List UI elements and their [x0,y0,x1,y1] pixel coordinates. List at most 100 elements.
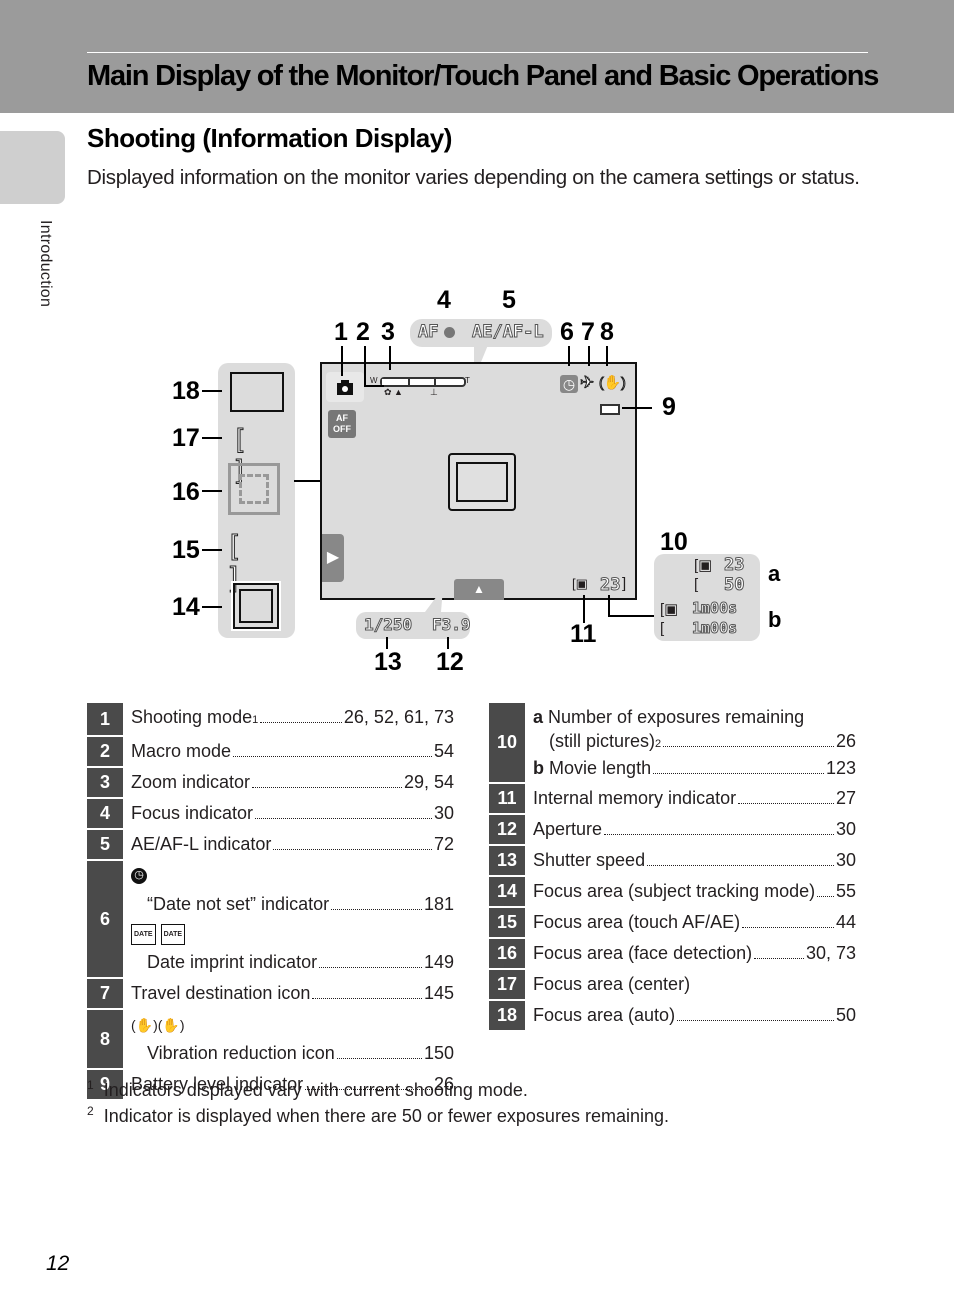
row-label: Focus area (face detection) [533,943,753,963]
leader-15 [202,549,222,551]
leader-14 [202,606,222,608]
row-label: Shooting mode [131,707,253,727]
label-a: a [768,561,781,586]
section-title: Shooting (Information Display) [87,123,452,153]
bracket-b1: [▣ [660,601,679,618]
page-ref: 29, 54 [403,772,454,792]
bracket-a1: [▣ [694,557,713,574]
arrow-right-icon[interactable]: ▶ [322,534,344,582]
row-label: Focus area (subject tracking mode) [533,881,816,901]
leader-16 [202,490,222,492]
bracket-b2: [ [660,620,665,637]
row-number: 5 [87,830,123,859]
leader-11 [583,595,585,623]
page-ref: 123 [825,758,856,778]
callout-10: 10 [660,528,688,556]
legend-table-left: 1 Shooting mode 1 26, 52, 61, 73 2 Macro mod… [87,703,454,1101]
zoom-bar-icon [380,377,466,387]
date-imprint-icon: DATE [131,923,156,945]
row-number: 14 [489,877,525,906]
table-row: 17 Focus area (center) [489,970,856,1001]
row-number: 7 [87,979,123,1008]
leader-13 [386,637,388,649]
touch-af-off-icon[interactable]: AF OFF [328,410,356,438]
row-number: 3 [87,768,123,797]
row-number: 4 [87,799,123,828]
page-ref: 26, 52, 61, 73 [343,707,454,727]
leader-1 [341,346,343,376]
page-ref: 27 [835,788,856,808]
leader-3 [389,346,391,370]
footnote-mark: 1 [87,1078,94,1092]
label-b: b [768,607,782,632]
row-number: 10 [489,703,525,782]
row-label: Internal memory indicator [533,788,737,808]
row-label: Movie length [549,758,652,778]
table-row: 13 Shutter speed 30 [489,846,856,877]
row-number: 11 [489,784,525,813]
table-row: 6 ◷ “Date not set” indicator 181 DATE DAT… [87,861,454,979]
footnote-text: Indicators displayed vary with current s… [103,1080,528,1100]
table-row: 12 Aperture 30 [489,815,856,846]
internal-memory-icon: [▣ [572,576,588,591]
vibration-reduction-icon: (✋) [599,374,627,391]
zoom-w-label: W [370,376,378,385]
page-ref: 54 [433,741,454,761]
table-row: 11 Internal memory indicator 27 [489,784,856,815]
exposures-a1: 23 [723,555,745,576]
vibration-reduction-icon: (✋)(✋) [131,1016,185,1033]
callout-8: 8 [600,318,614,346]
row-label: Focus area (center) [533,974,691,994]
table-row: 5 AE/AF-L indicator 72 [87,830,454,861]
callout-15: 15 [172,536,200,564]
macro-limit-icon: ⊥ [430,387,438,397]
leader-9 [622,407,652,409]
callout-2: 2 [356,318,370,346]
aperture: F3.9 [432,615,472,635]
row-label: Macro mode [131,741,232,761]
page-number: 12 [46,1252,70,1275]
callout-6: 6 [560,318,574,346]
battery-icon [600,404,620,415]
callout-17: 17 [172,424,200,452]
leader-2a [364,346,366,386]
focus-area-tracking-icon [231,581,281,631]
page-ref: 30 [835,819,856,839]
page-ref: 26 [835,731,856,751]
row-number: 2 [87,737,123,766]
exposures-panel: [▣ 23 [ 50 [▣ 1m00s [ 1m00s [654,554,760,641]
table-row: 8 (✋)(✋) Vibration reduction icon 150 [87,1010,454,1070]
row-label: Vibration reduction icon [147,1043,335,1063]
leader-6 [568,346,570,366]
sub-label-b: b [533,758,544,778]
page-ref: 50 [835,1005,856,1025]
page-ref: 181 [423,894,454,914]
row-label-cont: (still pictures) [549,731,656,751]
shooting-mode-button[interactable] [326,372,364,402]
row-label: Focus area (touch AF/AE) [533,912,741,932]
page-ref: 55 [835,881,856,901]
callout-11: 11 [570,620,597,648]
chapter-header: Main Display of the Monitor/Touch Panel … [0,0,954,113]
page-title: Main Display of the Monitor/Touch Panel … [87,60,879,92]
footnote-2: 2 Indicator is displayed when there are 5… [87,1104,669,1127]
callout-1: 1 [334,318,348,346]
af-bubble: AF AE/AF-L [410,319,552,347]
row-label: Focus area (auto) [533,1005,676,1025]
row-label: AE/AF-L indicator [131,834,272,854]
leader-17 [202,437,222,439]
row-number: 17 [489,970,525,999]
callout-13: 13 [374,648,402,676]
callout-18: 18 [172,377,200,405]
table-row: 7 Travel destination icon 145 [87,979,454,1010]
zoom-t-label: T [465,376,470,385]
side-tab [0,131,65,204]
leader-8 [606,346,608,366]
arrow-up-icon[interactable]: ▲ [454,579,504,600]
camera-icon [337,380,353,395]
monitor-screen: AF OFF W T ✿ ▲ ⊥ ◷ ✈ (✋) ▶ ▲ [▣ 23 ] [320,362,637,600]
row-label: Travel destination icon [131,983,311,1003]
row-number: 16 [489,939,525,968]
macro-icon: ✿ ▲ [384,387,403,397]
row-label: Focus indicator [131,803,254,823]
